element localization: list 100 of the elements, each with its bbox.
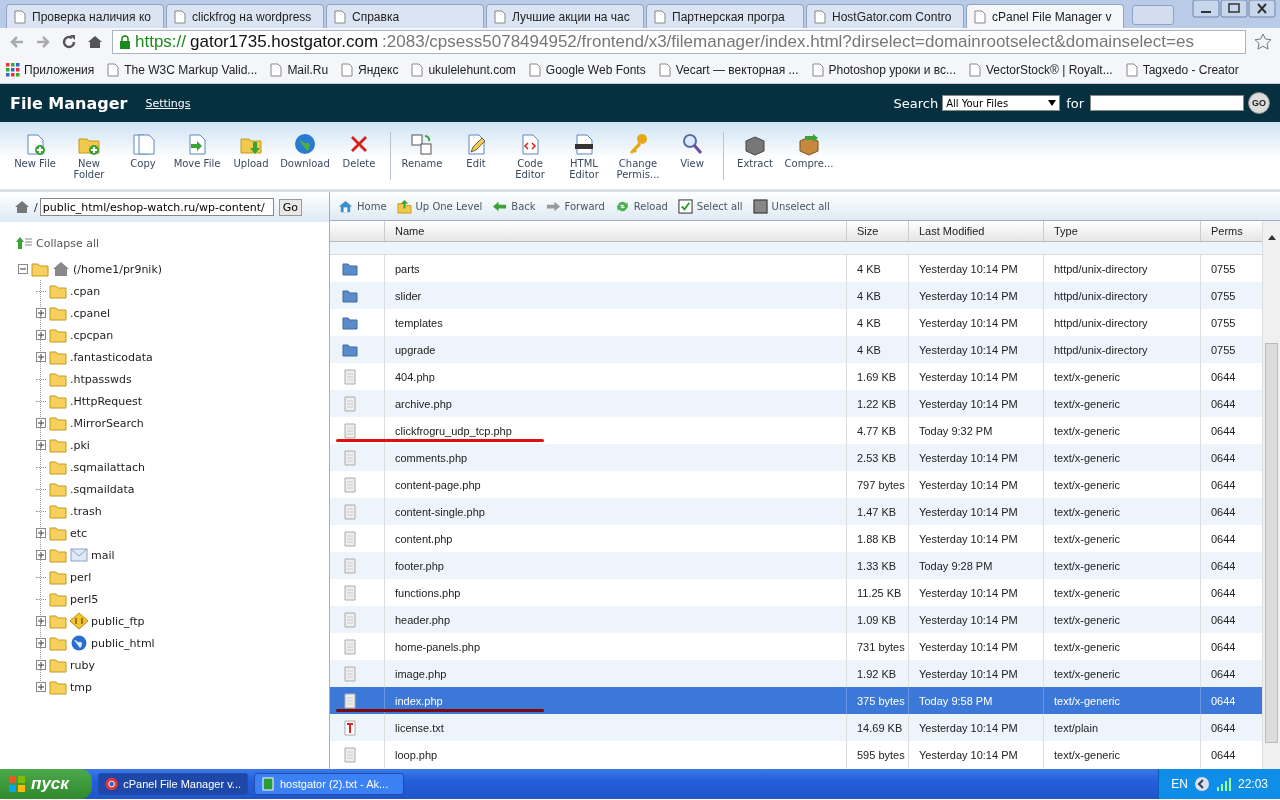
nav-button[interactable]: Home [338,198,387,214]
file-row[interactable]: header.php 1.09 KB Yesterday 10:14 PM text/x-generic 0644 [330,606,1262,633]
toolbar-button[interactable]: Copy [116,132,170,169]
tree-item[interactable]: .sqmaildata [70,482,135,496]
scroll-up-icon[interactable] [1266,233,1277,243]
bookmark[interactable]: Mail.Ru [269,62,329,77]
toolbar-button[interactable]: Move File [170,132,224,169]
bookmark[interactable]: Tagxedo - Creator [1124,62,1239,77]
collapse-toggle-icon[interactable] [18,264,28,274]
tree-item[interactable]: .sqmailattach [70,460,145,474]
tree-item[interactable]: .MirrorSearch [70,416,144,430]
nav-button[interactable]: Up One Level [396,198,483,214]
tree-item[interactable]: public_ftp [91,614,145,628]
file-row[interactable]: index.php 375 bytes Today 9:58 PM text/x-generic 0644 [330,687,1262,714]
expand-toggle-icon[interactable] [36,660,46,670]
tree-item[interactable]: .HttpRequest [70,394,143,408]
home-icon[interactable] [86,33,104,51]
expand-toggle-icon[interactable] [36,638,46,648]
toolbar-button[interactable]: Compre... [782,132,836,169]
file-row[interactable]: content-single.php 1.47 KB Yesterday 10:14 PM text/x-generic 0644 [330,498,1262,525]
bookmark[interactable]: Яндекс [340,62,399,77]
column-header[interactable]: Name [384,221,846,241]
toolbar-button[interactable]: Code Editor [503,132,557,180]
chevron-icon[interactable] [1193,776,1210,792]
tree-item[interactable]: .pki [70,438,90,452]
expand-toggle-icon[interactable] [36,682,46,692]
tree-item[interactable]: perl [70,570,92,584]
bookmark[interactable]: Vecart — векторная ... [657,62,799,77]
bookmark[interactable]: VectorStock® | Royalt... [968,62,1113,77]
file-row[interactable]: comments.php 2.53 KB Yesterday 10:14 PM text/x-generic 0644 [330,444,1262,471]
toolbar-button[interactable]: New Folder [62,132,116,180]
toolbar-button[interactable]: New File [8,132,62,169]
search-field[interactable] [1090,95,1244,111]
browser-tab[interactable]: Проверка наличия ко [6,4,164,28]
column-header[interactable]: Size [846,221,908,241]
expand-toggle-icon[interactable] [36,440,46,450]
reload-icon[interactable] [60,33,78,51]
toolbar-button[interactable]: Change Permis... [611,132,665,180]
close-icon[interactable] [1248,0,1276,18]
tree-item[interactable]: .fantasticodata [70,350,153,364]
expand-toggle-icon[interactable] [36,330,46,340]
column-header[interactable]: Type [1043,221,1200,241]
nav-button[interactable]: Reload [614,198,668,214]
maximize-icon[interactable] [1220,0,1248,18]
path-field[interactable]: public_html/eshop-watch.ru/wp-content/ [39,198,274,216]
expand-toggle-icon[interactable] [36,352,46,362]
tree-item[interactable]: etc [70,526,88,540]
tree-item[interactable]: mail [91,548,115,562]
go-button[interactable]: Go [278,198,302,216]
bookmark[interactable]: Google Web Fonts [527,62,646,77]
toolbar-button[interactable]: View [665,132,719,169]
tree-item[interactable]: ruby [70,658,95,672]
nav-button[interactable]: Unselect all [752,198,830,214]
bookmark[interactable]: Photoshop уроки и вс... [810,62,956,77]
star-icon[interactable] [1254,33,1272,51]
tree-item[interactable]: .cpanel [70,306,111,320]
minimize-icon[interactable] [1192,0,1220,18]
taskbar-button[interactable]: hostgator (2).txt - Ak... [254,773,404,795]
file-row[interactable]: image.php 1.92 KB Yesterday 10:14 PM text/x-generic 0644 [330,660,1262,687]
tree-item[interactable]: (/home1/pr9nik) [73,262,163,276]
file-row[interactable]: loop.php 595 bytes Yesterday 10:14 PM text/x-generic 0644 [330,741,1262,768]
toolbar-button[interactable]: Upload [224,132,278,169]
browser-tab[interactable]: HostGator.com Contro [806,4,964,28]
tree-item[interactable]: public_html [91,636,155,650]
taskbar-button[interactable]: cPanel File Manager v... [98,773,248,795]
start-button[interactable]: пуск [0,769,92,799]
file-row[interactable]: archive.php 1.22 KB Yesterday 10:14 PM text/x-generic 0644 [330,390,1262,417]
tree-item[interactable]: perl5 [70,592,99,606]
tree-item[interactable]: tmp [70,680,92,694]
expand-toggle-icon[interactable] [36,616,46,626]
toolbar-button[interactable]: Delete [332,132,386,169]
address-bar[interactable]: https:// gator1735.hostgator.com :2083/cpsess5078494952/frontend/x3/filemanager/index.html?dirselect=domainrootselect&domainselect=es [112,30,1246,54]
scrollbar[interactable] [1262,221,1280,769]
browser-tab[interactable]: Партнерская програ [646,4,804,28]
go-button[interactable]: GO [1248,92,1270,114]
file-row[interactable]: slider 4 KB Yesterday 10:14 PM httpd/unix-directory 0755 [330,282,1262,309]
toolbar-button[interactable]: Rename [395,132,449,169]
tree-item[interactable]: .trash [70,504,102,518]
bookmark[interactable]: ukulelehunt.com [410,62,516,77]
search-scope-dropdown[interactable]: All Your Files [942,95,1061,111]
toolbar-button[interactable]: Extract [728,132,782,169]
tree-item[interactable]: .htpasswds [70,372,132,386]
file-row[interactable]: upgrade 4 KB Yesterday 10:14 PM httpd/unix-directory 0755 [330,336,1262,363]
expand-toggle-icon[interactable] [36,308,46,318]
browser-tab[interactable]: cPanel File Manager v [966,4,1124,28]
bookmark[interactable]: The W3C Markup Valid... [106,62,258,77]
expand-toggle-icon[interactable] [36,418,46,428]
file-row[interactable]: license.txt 14.69 KB Yesterday 10:14 PM text/plain 0644 [330,714,1262,741]
tree-item[interactable]: .cpcpan [70,328,114,342]
toolbar-button[interactable]: HTML Editor [557,132,611,180]
tree-item[interactable]: .cpan [70,284,101,298]
collapse-all-link[interactable]: Collapse all [0,222,329,250]
browser-tab[interactable]: clickfrog на wordpress [166,4,324,28]
settings-link[interactable]: Settings [145,96,191,110]
browser-tab[interactable]: Справка [326,4,484,28]
nav-button[interactable]: Back [492,198,536,214]
column-header[interactable]: Last Modified [908,221,1043,241]
expand-toggle-icon[interactable] [36,528,46,538]
nav-button[interactable]: Select all [677,198,743,214]
toolbar-button[interactable]: Edit [449,132,503,169]
